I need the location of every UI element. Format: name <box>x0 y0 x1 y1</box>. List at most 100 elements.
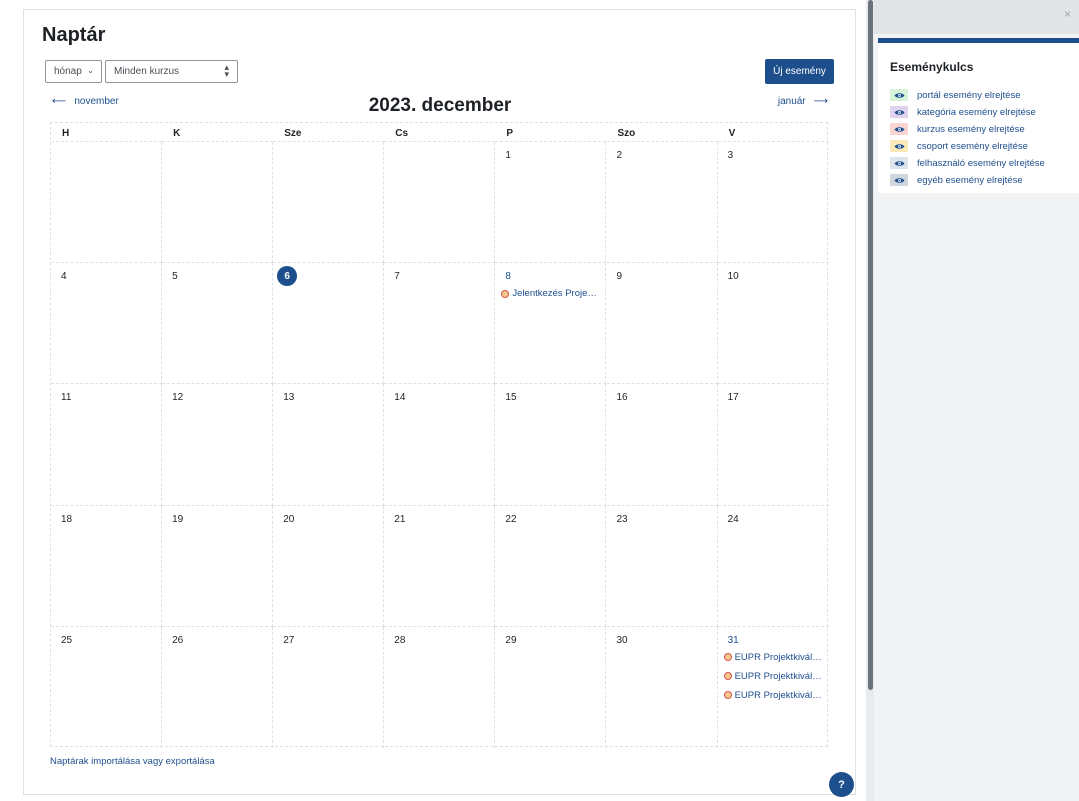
close-icon[interactable]: × <box>1064 7 1071 21</box>
day-number: 14 <box>394 392 406 404</box>
day-cell[interactable]: 15 <box>495 384 607 506</box>
day-cell <box>51 142 163 264</box>
legend-item[interactable]: portál esemény elrejtése <box>890 89 1021 101</box>
calendar-event[interactable]: Jelentkezés Projektkiválasztás <box>501 288 601 299</box>
weekday-header: H <box>51 123 163 142</box>
day-number: 20 <box>283 513 295 525</box>
day-cell[interactable]: 7 <box>384 263 496 385</box>
legend-title: Eseménykulcs <box>890 60 974 74</box>
day-number: 23 <box>616 513 628 525</box>
day-number[interactable]: 8 <box>505 271 511 282</box>
day-cell[interactable]: 17 <box>717 384 829 506</box>
day-number: 2 <box>616 150 623 161</box>
day-cell[interactable]: 21 <box>384 505 496 627</box>
legend-label: csoport esemény elrejtése <box>917 140 1028 152</box>
calendar-event[interactable]: EUPR Projektkiválasztás <box>723 651 824 663</box>
day-cell[interactable]: 11 <box>51 384 163 506</box>
course-select[interactable]: Minden kurzus ▴ ▾ <box>105 60 238 83</box>
day-number: 24 <box>727 513 739 525</box>
day-cell[interactable]: 22 <box>495 505 607 627</box>
day-number[interactable]: 31 <box>728 635 739 646</box>
day-cell[interactable]: 24 <box>717 506 829 627</box>
day-cell[interactable]: 23 <box>606 505 718 627</box>
chevron-down-icon: ⌄ <box>87 66 94 75</box>
scrollbar[interactable] <box>866 0 874 801</box>
day-cell[interactable]: 12 <box>162 384 274 506</box>
day-cell[interactable]: 14 <box>384 384 496 506</box>
eye-icon <box>890 89 908 101</box>
day-cell[interactable]: 16 <box>606 384 718 506</box>
import-export-link[interactable]: Naptárak importálása vagy exportálása <box>50 756 215 767</box>
eye-icon <box>890 106 908 118</box>
sort-updown-icon: ▴ ▾ <box>224 62 229 79</box>
eye-icon <box>890 174 908 186</box>
day-cell[interactable]: 31 EUPR Projektkiválasztás EUPR Projektkiv… <box>718 627 829 748</box>
event-title: Jelentkezés Projektkiválasztás <box>512 288 602 300</box>
day-cell[interactable]: 13 <box>273 384 385 506</box>
day-number: 28 <box>394 634 406 646</box>
day-cell[interactable]: 6 <box>273 263 385 385</box>
eye-icon <box>890 123 908 135</box>
legend-item[interactable]: kurzus esemény elrejtése <box>890 123 1025 135</box>
day-cell[interactable]: 25 <box>51 626 163 748</box>
day-cell[interactable]: 30 <box>607 626 718 748</box>
day-cell[interactable]: 3 <box>717 142 829 264</box>
drawer-header: × <box>874 0 1079 34</box>
day-number: 9 <box>616 271 623 283</box>
day-cell[interactable]: 5 <box>162 263 274 385</box>
event-legend-block: Eseménykulcs portál esemény elrejtése kat… <box>878 38 1079 193</box>
day-number: 15 <box>505 392 517 404</box>
view-select[interactable]: hónap ⌄ <box>45 60 102 83</box>
right-drawer: × Eseménykulcs portál esemény elrejtése k… <box>874 0 1079 801</box>
day-number: 12 <box>172 392 184 404</box>
prev-month-link[interactable]: ⟵ november <box>52 96 119 107</box>
eye-icon <box>890 157 908 169</box>
legend-item[interactable]: csoport esemény elrejtése <box>890 140 1028 152</box>
day-number: 21 <box>394 513 406 525</box>
day-cell[interactable]: 26 <box>162 626 274 748</box>
day-cell[interactable]: 8Jelentkezés Projektkiválasztás <box>495 263 607 385</box>
eye-icon <box>890 140 908 152</box>
legend-item[interactable]: kategória esemény elrejtése <box>890 106 1036 118</box>
legend-item[interactable]: egyéb esemény elrejtése <box>890 174 1023 186</box>
legend-label: egyéb esemény elrejtése <box>917 174 1023 186</box>
day-cell[interactable]: 27 <box>273 626 385 748</box>
help-button[interactable]: ? <box>829 772 854 797</box>
weekday-header: Szo <box>606 123 718 142</box>
calendar-event[interactable]: EUPR Projektkiválasztás <box>723 689 824 701</box>
today-badge[interactable]: 6 <box>277 266 298 287</box>
new-event-button[interactable]: Új esemény <box>765 59 834 84</box>
day-cell[interactable]: 10 <box>717 263 829 385</box>
event-dot-icon <box>501 289 510 298</box>
course-select-value: Minden kurzus <box>114 66 180 77</box>
event-title: EUPR Projektkiválasztás <box>734 651 824 663</box>
scrollbar-thumb[interactable] <box>868 0 873 690</box>
day-number: 27 <box>283 634 295 646</box>
arrow-left-icon: ⟵ <box>52 96 67 107</box>
legend-label: portál esemény elrejtése <box>917 89 1021 101</box>
day-cell <box>162 142 274 264</box>
day-cell[interactable]: 19 <box>162 505 274 627</box>
legend-item[interactable]: felhasználó esemény elrejtése <box>890 157 1045 169</box>
day-cell[interactable]: 28 <box>384 626 496 748</box>
event-title: EUPR Projektkiválasztás <box>734 689 824 701</box>
day-cell[interactable]: 2 <box>606 142 718 264</box>
day-number: 4 <box>61 271 67 283</box>
day-number: 13 <box>283 392 295 404</box>
day-cell[interactable]: 4 <box>51 263 163 385</box>
day-cell[interactable]: 20 <box>273 505 385 627</box>
day-number: 11 <box>61 392 72 404</box>
weekday-header: V <box>717 123 829 142</box>
day-cell[interactable]: 18 <box>51 505 163 627</box>
next-month-link[interactable]: január ⟶ <box>778 96 828 107</box>
day-cell[interactable]: 29 <box>495 626 607 748</box>
weekday-header: P <box>495 123 607 142</box>
arrow-right-icon: ⟶ <box>813 96 828 107</box>
day-cell[interactable]: 9 <box>606 263 718 385</box>
legend-label: kategória esemény elrejtése <box>917 106 1036 118</box>
day-number: 18 <box>61 513 73 525</box>
weekday-header: Cs <box>384 123 496 142</box>
day-cell[interactable]: 1 <box>495 142 607 264</box>
calendar-event[interactable]: EUPR Projektkiválasztás <box>723 671 824 682</box>
day-number: 7 <box>394 271 400 283</box>
